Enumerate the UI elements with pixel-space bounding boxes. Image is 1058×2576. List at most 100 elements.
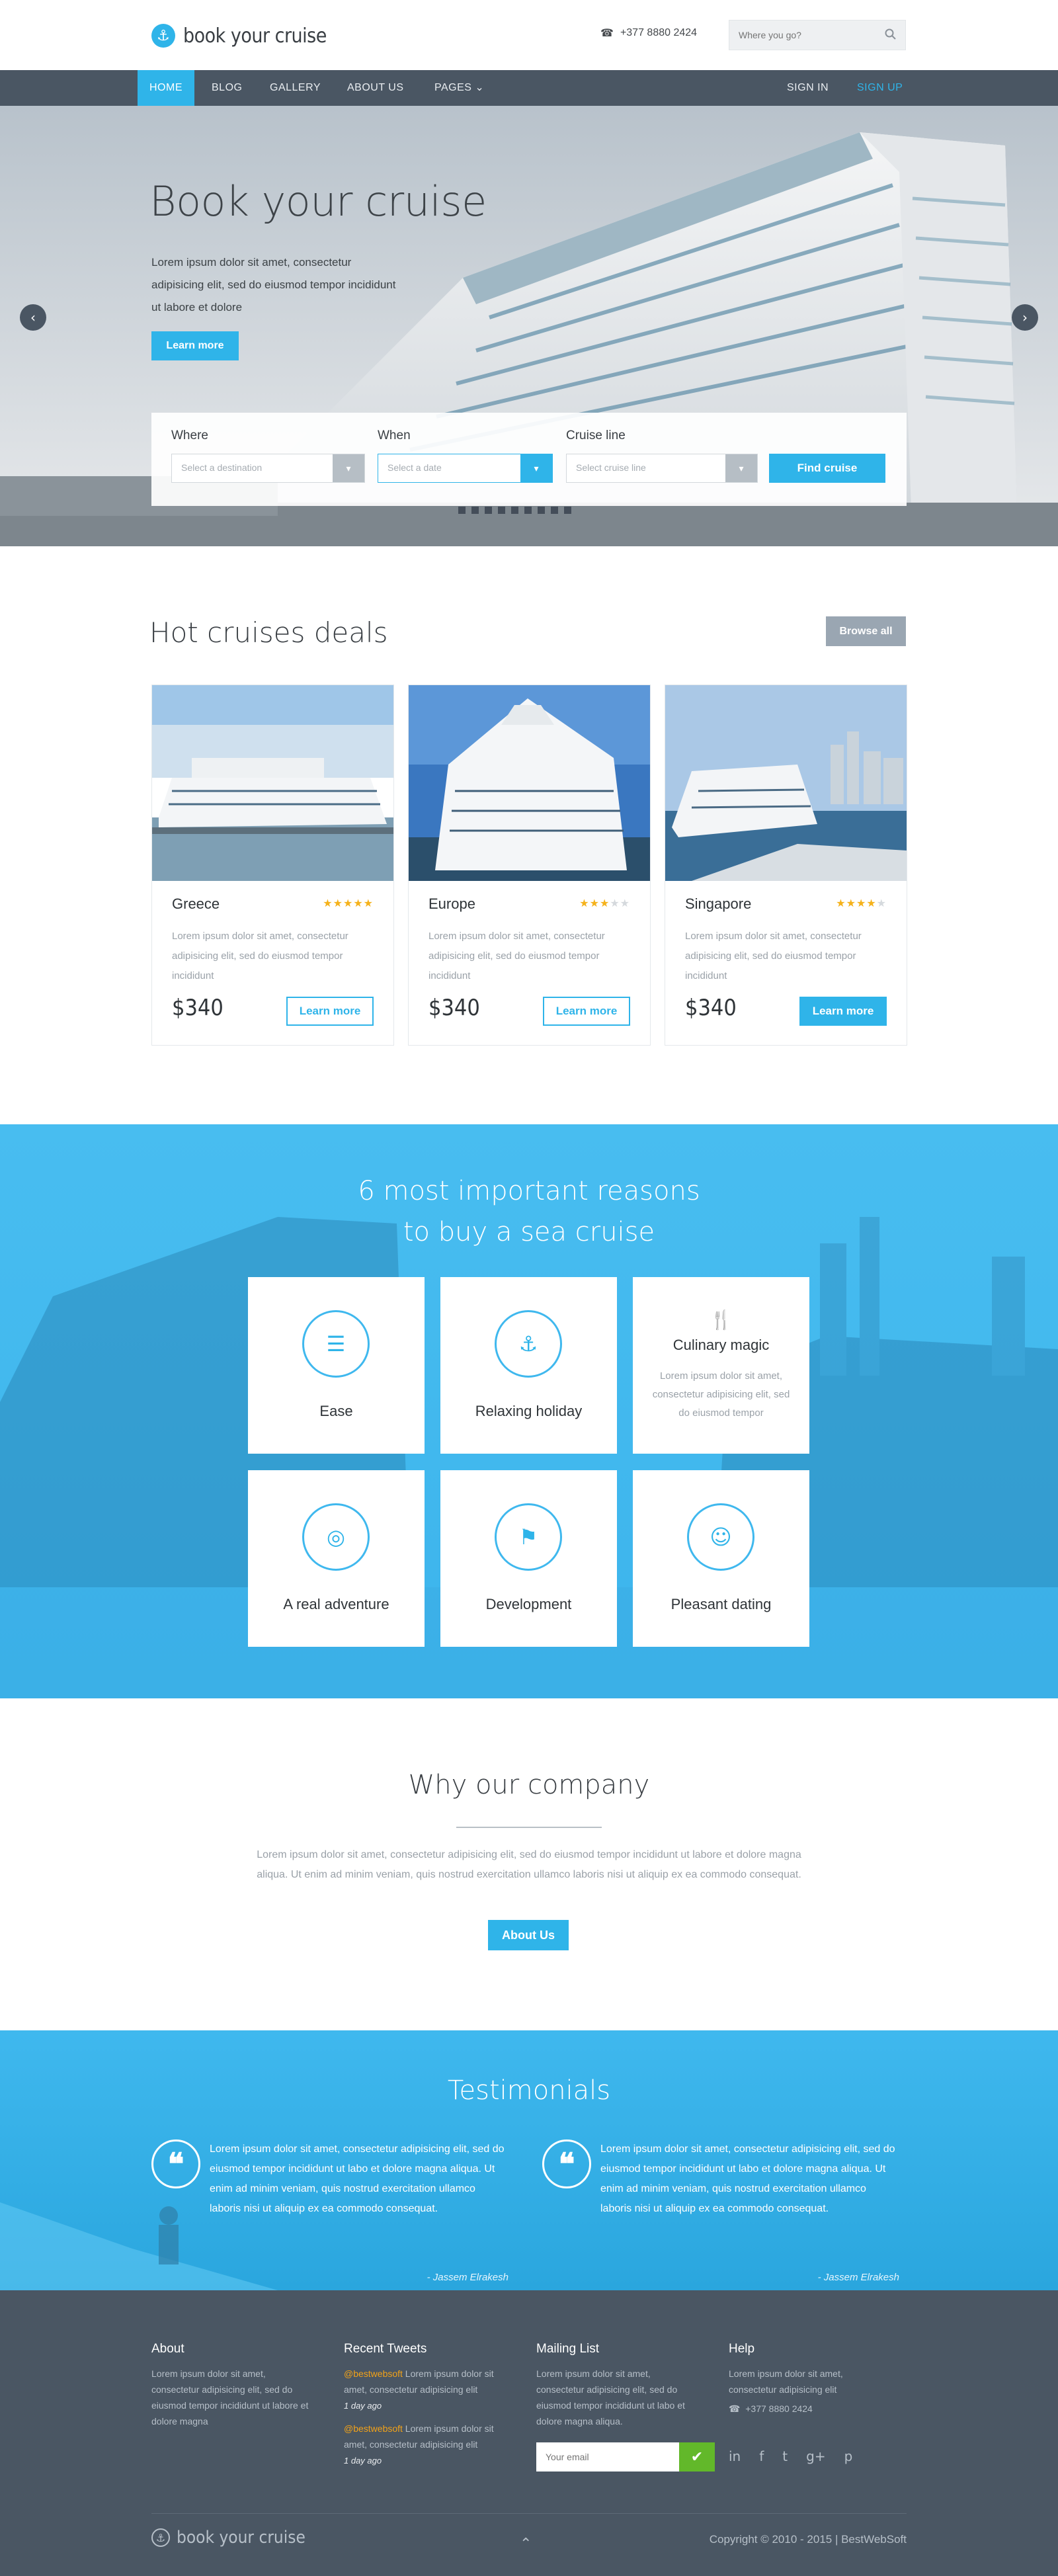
facebook-icon[interactable]: f: [759, 2448, 764, 2464]
subscribe-button[interactable]: ✔: [679, 2442, 715, 2472]
cutlery-icon: 🍴: [710, 1309, 733, 1331]
footer-mailing: Mailing List Lorem ipsum dolor sit amet,…: [536, 2342, 695, 2429]
star-filled-icon: ★: [836, 897, 846, 909]
chevron-down-icon[interactable]: ▾: [725, 454, 757, 482]
nav-gallery[interactable]: Gallery: [270, 70, 321, 106]
anchor-icon: ⚓: [495, 1310, 562, 1378]
when-label: When: [378, 429, 411, 442]
footer-help: Help Lorem ipsum dolor sit amet, consect…: [729, 2342, 887, 2397]
deal-learn-more-button[interactable]: Learn more: [286, 997, 374, 1026]
twitter-icon[interactable]: t: [782, 2448, 788, 2464]
deal-image[interactable]: [665, 685, 907, 881]
slider-dot[interactable]: [471, 507, 479, 514]
brand-name: book your cruise: [183, 24, 327, 48]
star-empty-icon: ★: [876, 897, 887, 909]
deal-price: $340: [172, 995, 224, 1021]
slider-dot[interactable]: [538, 507, 545, 514]
find-cruise-button[interactable]: Find cruise: [769, 454, 885, 483]
deal-learn-more-button[interactable]: Learn more: [799, 997, 887, 1026]
hero-slider: Book your cruise Lorem ipsum dolor sit a…: [0, 106, 1058, 546]
chevron-down-icon[interactable]: ▾: [520, 454, 552, 482]
reason-card[interactable]: ☰ Ease: [248, 1277, 425, 1454]
deal-card[interactable]: Singapore ★★★★★ Lorem ipsum dolor sit am…: [665, 685, 907, 1046]
lifebuoy-icon: ◎: [302, 1503, 370, 1571]
logo[interactable]: ⚓ book your cruise: [151, 22, 327, 49]
nav-blog[interactable]: Blog: [212, 70, 242, 106]
header-phone: ☎ +377 8880 2424: [600, 26, 697, 40]
search-input[interactable]: [729, 21, 875, 50]
footer-mailing-title: Mailing List: [536, 2342, 600, 2356]
hero-learn-more-button[interactable]: Learn more: [151, 331, 239, 360]
deal-image[interactable]: [409, 685, 650, 881]
slider-prev-arrow[interactable]: ‹: [20, 304, 46, 331]
testimonial-text: Lorem ipsum dolor sit amet, consectetur …: [600, 2143, 895, 2214]
email-field[interactable]: [536, 2442, 679, 2472]
footer-about-text: Lorem ipsum dolor sit amet, consectetur …: [151, 2368, 309, 2427]
search-icon[interactable]: [884, 28, 897, 41]
smile-icon: ☺: [687, 1503, 754, 1571]
slider-dot[interactable]: [458, 507, 466, 514]
slider-dots: [458, 507, 571, 514]
pinterest-icon[interactable]: p: [844, 2448, 853, 2464]
about-us-button[interactable]: About Us: [488, 1920, 569, 1950]
when-select[interactable]: Select a date ▾: [378, 454, 553, 483]
slider-dot[interactable]: [498, 507, 505, 514]
google-plus-icon[interactable]: g+: [806, 2448, 825, 2464]
reasons-section: 6 most important reasons to buy a sea cru…: [0, 1124, 1058, 1698]
star-filled-icon: ★: [353, 897, 364, 909]
when-select-value: Select a date: [387, 462, 442, 473]
phone-icon: ☎: [600, 28, 614, 39]
nav-signin[interactable]: Sign in: [787, 70, 829, 106]
deals-title: Hot cruises deals: [149, 616, 388, 649]
tweet-handle[interactable]: @bestwebsoft: [344, 2368, 403, 2379]
reason-card[interactable]: ⚑ Development: [440, 1470, 617, 1647]
deal-learn-more-button[interactable]: Learn more: [543, 997, 630, 1026]
nav-about[interactable]: About us: [347, 70, 404, 106]
tweet: @bestwebsoft Lorem ipsum dolor sit amet,…: [344, 2366, 503, 2414]
slider-dot[interactable]: [511, 507, 518, 514]
testimonials-title: Testimonials: [447, 2075, 611, 2106]
slider-dot[interactable]: [524, 507, 532, 514]
quote-icon: ❝: [542, 2140, 591, 2188]
hero-title: Book your cruise: [149, 177, 487, 226]
reason-card[interactable]: ⚓ Relaxing holiday: [440, 1277, 617, 1454]
tweet-time: 1 day ago: [344, 2401, 382, 2411]
linkedin-icon[interactable]: in: [729, 2448, 741, 2464]
main-nav: Home Blog Gallery About us Pages ⌄ Sign …: [0, 70, 1058, 106]
deal-card[interactable]: Greece ★★★★★ Lorem ipsum dolor sit amet,…: [151, 685, 394, 1046]
star-filled-icon: ★: [323, 897, 333, 909]
footer-help-text: Lorem ipsum dolor sit amet, consectetur …: [729, 2368, 843, 2395]
reason-title: Ease: [319, 1403, 353, 1419]
newsletter-form: ✔: [536, 2442, 715, 2472]
cruise-line-label: Cruise line: [566, 429, 626, 442]
slider-dot[interactable]: [564, 507, 571, 514]
nav-signup[interactable]: Sign up: [857, 70, 903, 106]
nav-pages[interactable]: Pages ⌄: [434, 70, 484, 106]
reason-card[interactable]: ☺ Pleasant dating: [633, 1470, 809, 1647]
reason-description: Lorem ipsum dolor sit amet, consectetur …: [652, 1370, 790, 1419]
list-icon: ☰: [302, 1310, 370, 1378]
browse-all-button[interactable]: Browse all: [826, 616, 906, 646]
reason-card[interactable]: ◎ A real adventure: [248, 1470, 425, 1647]
nav-home[interactable]: Home: [138, 70, 194, 106]
cruise-line-select[interactable]: Select cruise line ▾: [566, 454, 758, 483]
slider-dot[interactable]: [551, 507, 558, 514]
reason-card[interactable]: 🍴 Culinary magic Lorem ipsum dolor sit a…: [633, 1277, 809, 1454]
search-box: [729, 20, 906, 50]
footer-phone: ☎ +377 8880 2424: [729, 2403, 813, 2415]
where-select[interactable]: Select a destination ▾: [171, 454, 365, 483]
star-filled-icon: ★: [343, 897, 354, 909]
slider-dot[interactable]: [485, 507, 492, 514]
deal-image[interactable]: [152, 685, 393, 881]
star-filled-icon: ★: [866, 897, 877, 909]
footer-logo[interactable]: ⚓ book your cruise: [151, 2528, 305, 2548]
slider-next-arrow[interactable]: ›: [1012, 304, 1038, 331]
tweet-handle[interactable]: @bestwebsoft: [344, 2423, 403, 2434]
scroll-top-icon[interactable]: ⌃: [520, 2536, 532, 2552]
chevron-down-icon[interactable]: ▾: [333, 454, 364, 482]
testimonials-section: Testimonials ❝ Lorem ipsum dolor sit ame…: [0, 2030, 1058, 2290]
star-filled-icon: ★: [589, 897, 600, 909]
testimonial-author: - Jassem Elrakesh: [427, 2272, 509, 2283]
reason-title: Relaxing holiday: [475, 1403, 583, 1419]
deal-card[interactable]: Europe ★★★★★ Lorem ipsum dolor sit amet,…: [408, 685, 651, 1046]
